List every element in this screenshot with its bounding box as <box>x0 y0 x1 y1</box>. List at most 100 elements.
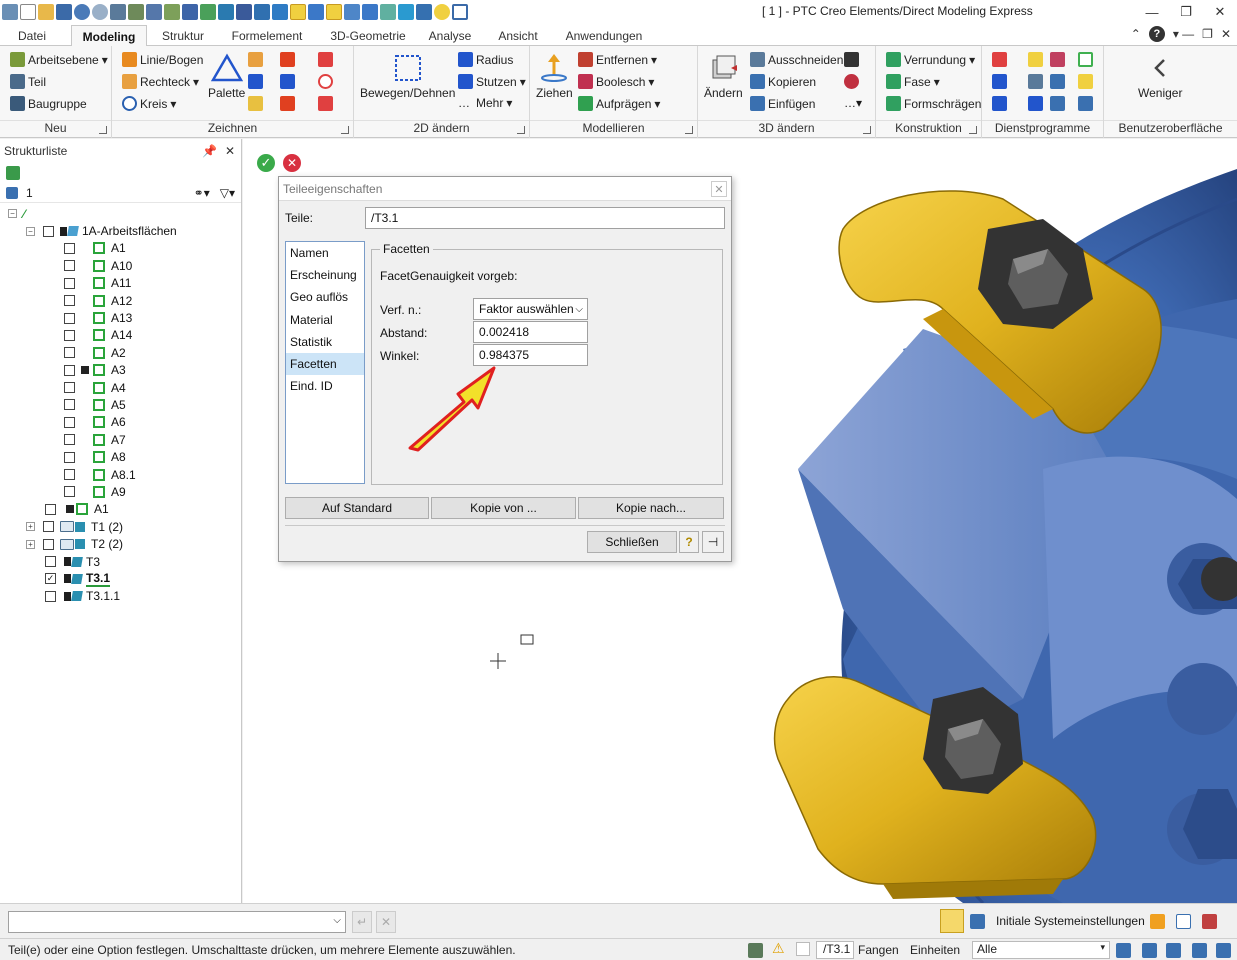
collapse-icon[interactable]: − <box>26 226 35 236</box>
tool-icon[interactable] <box>110 4 126 20</box>
tool-icon[interactable] <box>1192 943 1207 958</box>
tree-item[interactable]: A7 <box>0 431 241 448</box>
aufpraegen-button[interactable]: Aufprägen ▾ <box>578 96 660 111</box>
visibility-checkbox[interactable] <box>64 260 75 272</box>
tab-formelement[interactable]: Formelement <box>223 25 311 46</box>
cancel-icon[interactable]: ✕ <box>376 911 396 933</box>
table-icon[interactable] <box>6 186 18 199</box>
einfuegen-button[interactable]: Einfügen <box>750 96 815 111</box>
tab-struktur[interactable]: Struktur <box>152 25 214 46</box>
draw-tool-icon[interactable] <box>248 74 263 89</box>
visibility-checkbox[interactable] <box>64 312 75 324</box>
auf-standard-button[interactable]: Auf Standard <box>285 497 429 519</box>
ausschneiden-button[interactable]: Ausschneiden <box>750 52 843 67</box>
baugruppe-button[interactable]: Baugruppe <box>10 96 87 111</box>
nav-eind-id[interactable]: Eind. ID <box>286 375 364 397</box>
dialog-launcher-icon[interactable] <box>863 126 871 134</box>
tool-icon[interactable] <box>218 4 234 20</box>
teile-input[interactable]: /T3.1 <box>365 207 725 229</box>
draw-tool-icon[interactable] <box>318 74 333 89</box>
view-icon[interactable] <box>434 4 450 20</box>
nav-statistik[interactable]: Statistik <box>286 331 364 353</box>
tree-item[interactable]: T3.1.1 <box>0 588 241 605</box>
window-icon[interactable] <box>1176 914 1191 929</box>
warning-icon[interactable]: ⚠ <box>772 940 785 957</box>
tab-analyse[interactable]: Analyse <box>420 25 480 46</box>
tree-icon[interactable] <box>6 166 20 180</box>
nav-erscheinung[interactable]: Erscheinung <box>286 264 364 286</box>
tool-icon[interactable] <box>1078 74 1093 89</box>
tree-item[interactable]: A10 <box>0 257 241 274</box>
pin-icon[interactable]: ⊣ <box>702 531 724 553</box>
linie-bogen-button[interactable]: Linie/Bogen <box>122 52 203 67</box>
boolesch-button[interactable]: Boolesch ▾ <box>578 74 654 89</box>
undo-icon[interactable] <box>74 4 90 20</box>
tree-item[interactable]: A1 <box>0 240 241 257</box>
kreis-button[interactable]: Kreis ▾ <box>122 96 176 111</box>
visibility-checkbox[interactable] <box>45 556 56 567</box>
system-settings-label[interactable]: Initiale Systemeinstellungen <box>996 914 1145 928</box>
zoom-icon[interactable] <box>254 4 270 20</box>
cancel-button[interactable]: ✕ <box>283 154 301 172</box>
kopie-von-button[interactable]: Kopie von ... <box>431 497 576 519</box>
einheiten-button[interactable]: Einheiten <box>910 943 960 957</box>
visibility-checkbox[interactable] <box>43 538 54 550</box>
tool-icon[interactable] <box>844 74 859 89</box>
draw-tool-icon[interactable] <box>318 52 333 67</box>
tree-item[interactable]: A4 <box>0 379 241 396</box>
visibility-checkbox[interactable] <box>64 399 75 411</box>
tree-item[interactable]: + T1 (2) <box>0 518 241 535</box>
tool-icon[interactable] <box>1028 96 1043 111</box>
draw-tool-icon[interactable] <box>280 74 295 89</box>
tab-modeling[interactable]: Modeling <box>71 25 147 47</box>
view-icon[interactable] <box>398 4 414 20</box>
collapse-icon[interactable]: − <box>8 209 17 219</box>
tab-3d-geometrie[interactable]: 3D-Geometrie <box>322 25 414 46</box>
draw-tool-icon[interactable] <box>318 96 333 111</box>
tab-datei[interactable]: Datei <box>10 25 54 46</box>
fangen-button[interactable]: Fangen <box>858 943 899 957</box>
expand-icon[interactable]: + <box>26 522 35 532</box>
restore-icon[interactable]: ❐ <box>1169 0 1203 24</box>
aendern-button[interactable]: Ändern <box>704 52 743 100</box>
close-icon[interactable]: ✕ <box>225 144 235 158</box>
formschraegen-button[interactable]: Formschrägen <box>886 96 981 111</box>
confirm-button[interactable]: ✓ <box>257 154 275 172</box>
close-icon[interactable]: ✕ <box>711 181 727 197</box>
tool-icon[interactable] <box>200 4 216 20</box>
entfernen-button[interactable]: Entfernen ▾ <box>578 52 657 67</box>
tree-item[interactable]: A6 <box>0 414 241 431</box>
tool-icon[interactable] <box>146 4 162 20</box>
tool-icon[interactable] <box>1142 943 1157 958</box>
tool-icon[interactable] <box>164 4 180 20</box>
tool-icon[interactable] <box>1078 96 1093 111</box>
visibility-checkbox[interactable] <box>64 364 75 376</box>
filter-select[interactable]: Alle ▾ <box>972 941 1110 959</box>
close-icon[interactable]: ✕ <box>1221 27 1231 41</box>
view-icon[interactable] <box>452 4 468 20</box>
visibility-checkbox[interactable] <box>64 451 75 463</box>
tree-item[interactable]: A5 <box>0 396 241 413</box>
verf-select[interactable]: Faktor auswählen ⌵ <box>473 298 588 320</box>
tool-icon[interactable] <box>236 4 252 20</box>
tool-icon[interactable] <box>1050 52 1065 67</box>
nav-facetten[interactable]: Facetten <box>286 352 364 376</box>
tree-item[interactable]: A12 <box>0 292 241 309</box>
restore-icon[interactable]: ❐ <box>1202 27 1213 41</box>
tree-item[interactable]: − 1A-Arbeitsflächen <box>0 222 241 239</box>
open-folder-icon[interactable] <box>38 4 54 20</box>
tool-icon[interactable] <box>1202 914 1217 929</box>
zoom-icon[interactable] <box>272 4 288 20</box>
dialog-launcher-icon[interactable] <box>99 126 107 134</box>
nav-namen[interactable]: Namen <box>286 242 364 264</box>
tree-item[interactable]: A3 <box>0 362 241 379</box>
tree-item[interactable]: A8 <box>0 448 241 465</box>
more-icon[interactable]: …▾ <box>844 96 862 110</box>
app-icon[interactable] <box>2 4 18 20</box>
minimize-icon[interactable]: — <box>1135 0 1169 24</box>
tool-icon[interactable] <box>128 4 144 20</box>
draw-tool-icon[interactable] <box>248 96 263 111</box>
tool-icon[interactable] <box>1166 943 1181 958</box>
tool-icon[interactable] <box>1050 96 1065 111</box>
pin-icon[interactable]: 📌 <box>202 144 217 158</box>
